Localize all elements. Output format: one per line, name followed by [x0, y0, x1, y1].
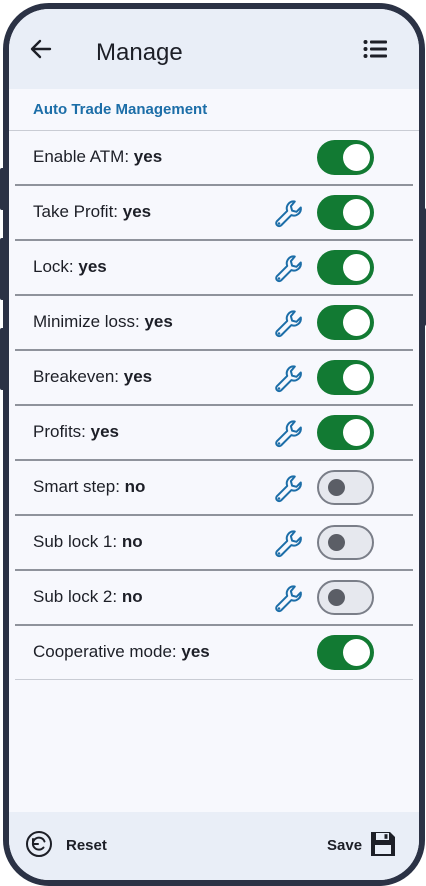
wrench-icon[interactable]	[273, 253, 305, 285]
setting-label: Lock: yes	[33, 257, 107, 277]
toggle-take-profit[interactable]	[317, 195, 374, 230]
setting-row-breakeven: Breakeven: yes	[15, 351, 413, 406]
toggle-profits[interactable]	[317, 415, 374, 450]
setting-value: yes	[122, 202, 152, 221]
toggle-knob	[328, 589, 345, 606]
toggle-knob	[343, 254, 370, 281]
toggle-sub-lock-2[interactable]	[317, 580, 374, 615]
toggle-knob	[343, 309, 370, 336]
toggle-lock[interactable]	[317, 250, 374, 285]
setting-label: Minimize loss: yes	[33, 312, 173, 332]
setting-name: Sub lock 1:	[33, 532, 122, 551]
setting-label: Enable ATM: yes	[33, 147, 162, 167]
toggle-knob	[328, 534, 345, 551]
toggle-sub-lock-1[interactable]	[317, 525, 374, 560]
setting-name: Enable ATM:	[33, 147, 134, 166]
toggle-knob	[343, 199, 370, 226]
setting-name: Breakeven:	[33, 367, 124, 386]
wrench-icon[interactable]	[273, 308, 305, 340]
save-button[interactable]: Save	[327, 837, 362, 854]
toggle-smart-step[interactable]	[317, 470, 374, 505]
toggle-knob	[343, 419, 370, 446]
section-title: Auto Trade Management	[33, 101, 208, 118]
setting-label: Profits: yes	[33, 422, 119, 442]
setting-value: yes	[123, 367, 153, 386]
setting-name: Cooperative mode:	[33, 642, 182, 661]
setting-value: yes	[133, 147, 163, 166]
setting-row-sub-lock-1: Sub lock 1: no	[15, 516, 413, 571]
setting-name: Smart step:	[33, 477, 125, 496]
toggle-minimize-loss[interactable]	[317, 305, 374, 340]
setting-row-take-profit: Take Profit: yes	[15, 186, 413, 241]
setting-row-cooperative-mode: Cooperative mode: yes	[15, 626, 413, 680]
page-title: Manage	[96, 39, 183, 66]
setting-value: yes	[144, 312, 173, 331]
setting-value: yes	[90, 422, 119, 441]
setting-label: Smart step: no	[33, 477, 145, 497]
toggle-knob	[343, 639, 370, 666]
setting-row-profits: Profits: yes	[15, 406, 413, 461]
setting-value: yes	[78, 257, 107, 276]
setting-name: Profits:	[33, 422, 91, 441]
setting-row-lock: Lock: yes	[15, 241, 413, 296]
wrench-icon[interactable]	[273, 363, 305, 395]
app-header: Manage	[9, 9, 419, 89]
setting-row-minimize-loss: Minimize loss: yes	[15, 296, 413, 351]
setting-value: yes	[181, 642, 210, 661]
setting-row-smart-step: Smart step: no	[15, 461, 413, 516]
setting-label: Take Profit: yes	[33, 202, 151, 222]
toggle-knob	[343, 144, 370, 171]
setting-row-sub-lock-2: Sub lock 2: no	[15, 571, 413, 626]
wrench-icon[interactable]	[273, 198, 305, 230]
toggle-enable-atm[interactable]	[317, 140, 374, 175]
setting-label: Breakeven: yes	[33, 367, 152, 387]
setting-value: no	[124, 477, 146, 496]
phone-frame: Manage Auto Trade Management Enable ATM:…	[3, 3, 425, 886]
toggle-knob	[328, 479, 345, 496]
toggle-breakeven[interactable]	[317, 360, 374, 395]
setting-label: Sub lock 1: no	[33, 532, 143, 552]
settings-list: Enable ATM: yes Take Profit: yes Lock: yes…	[15, 131, 413, 680]
setting-name: Minimize loss:	[33, 312, 145, 331]
list-icon[interactable]	[363, 39, 387, 59]
wrench-icon[interactable]	[273, 583, 305, 615]
reset-button[interactable]: Reset	[66, 837, 107, 854]
setting-name: Lock:	[33, 257, 79, 276]
setting-value: no	[121, 532, 143, 551]
wrench-icon[interactable]	[273, 473, 305, 505]
section-header: Auto Trade Management	[9, 89, 419, 131]
reset-icon[interactable]	[25, 830, 53, 858]
bottom-toolbar: Reset Save	[9, 812, 419, 880]
wrench-icon[interactable]	[273, 418, 305, 450]
setting-label: Cooperative mode: yes	[33, 642, 210, 662]
arrow-left-icon[interactable]	[29, 37, 53, 61]
wrench-icon[interactable]	[273, 528, 305, 560]
setting-value: no	[121, 587, 143, 606]
setting-name: Sub lock 2:	[33, 587, 122, 606]
setting-row-enable-atm: Enable ATM: yes	[15, 131, 413, 186]
toggle-knob	[343, 364, 370, 391]
toggle-cooperative-mode[interactable]	[317, 635, 374, 670]
setting-name: Take Profit:	[33, 202, 123, 221]
setting-label: Sub lock 2: no	[33, 587, 143, 607]
floppy-disk-icon[interactable]	[369, 830, 397, 858]
